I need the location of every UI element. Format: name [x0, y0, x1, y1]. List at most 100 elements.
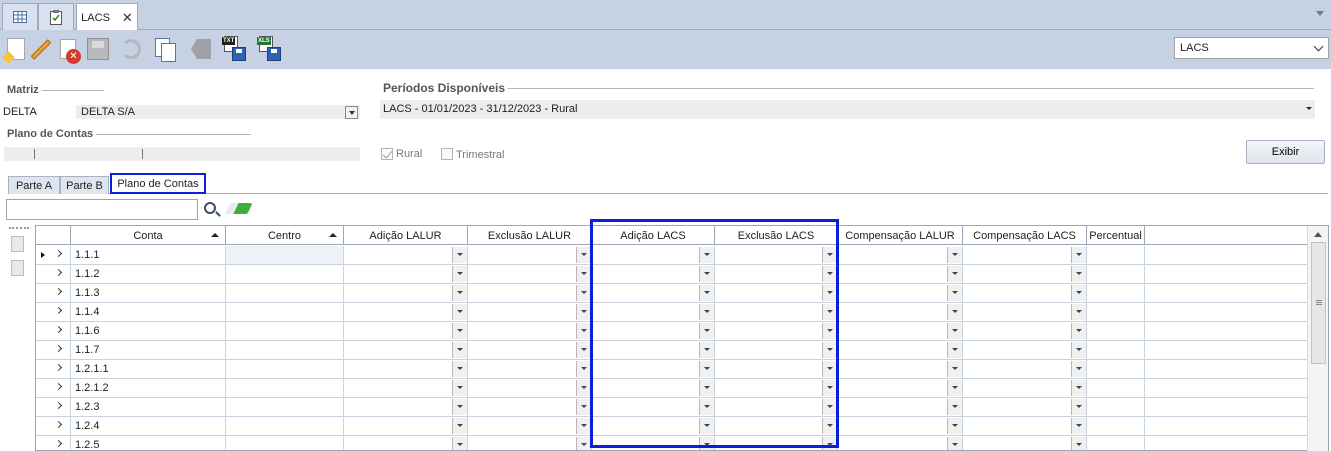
- cell-adicao-lalur[interactable]: [344, 246, 468, 264]
- cell-centro[interactable]: [226, 417, 344, 435]
- cell-compensacao-lacs[interactable]: [963, 360, 1087, 378]
- expand-icon[interactable]: [54, 325, 63, 334]
- cell-conta[interactable]: 1.2.3: [71, 398, 226, 416]
- cell-conta[interactable]: 1.2.1.2: [71, 379, 226, 397]
- header-percentual[interactable]: Percentual: [1087, 226, 1145, 245]
- cell-conta[interactable]: 1.1.7: [71, 341, 226, 359]
- dropdown-button[interactable]: [699, 361, 714, 377]
- cell-exclusao-lacs[interactable]: [715, 265, 838, 283]
- dropdown-button[interactable]: [699, 342, 714, 358]
- expand-icon[interactable]: [54, 249, 63, 258]
- cell-exclusao-lalur[interactable]: [468, 341, 592, 359]
- cell-exclusao-lalur[interactable]: [468, 322, 592, 340]
- cell-adicao-lacs[interactable]: [592, 303, 715, 321]
- save-button[interactable]: [84, 34, 112, 64]
- tab-parte-b[interactable]: Parte B: [60, 176, 109, 194]
- dropdown-button[interactable]: [699, 437, 714, 450]
- cell-exclusao-lacs[interactable]: [715, 322, 838, 340]
- cell-percentual[interactable]: [1087, 417, 1145, 435]
- dropdown-button[interactable]: [699, 266, 714, 282]
- dropdown-button[interactable]: [699, 323, 714, 339]
- cell-centro[interactable]: [226, 379, 344, 397]
- dropdown-button[interactable]: [947, 266, 962, 282]
- trimestral-checkbox[interactable]: [441, 148, 453, 160]
- cell-adicao-lacs[interactable]: [592, 398, 715, 416]
- dropdown-button[interactable]: [452, 418, 467, 434]
- cell-compensacao-lalur[interactable]: [838, 265, 963, 283]
- expand-icon[interactable]: [54, 439, 63, 448]
- cell-centro[interactable]: [226, 436, 344, 450]
- cell-exclusao-lacs[interactable]: [715, 417, 838, 435]
- cell-exclusao-lalur[interactable]: [468, 417, 592, 435]
- cell-percentual[interactable]: [1087, 360, 1145, 378]
- dropdown-button[interactable]: [699, 285, 714, 301]
- search-input[interactable]: [6, 199, 198, 220]
- cell-adicao-lacs[interactable]: [592, 265, 715, 283]
- expand-icon[interactable]: [54, 268, 63, 277]
- dropdown-button[interactable]: [947, 437, 962, 450]
- cell-compensacao-lacs[interactable]: [963, 398, 1087, 416]
- cell-adicao-lalur[interactable]: [344, 417, 468, 435]
- dropdown-button[interactable]: [1071, 418, 1086, 434]
- cell-compensacao-lacs[interactable]: [963, 417, 1087, 435]
- table-row[interactable]: 1.1.3: [36, 284, 1308, 303]
- cell-compensacao-lacs[interactable]: [963, 284, 1087, 302]
- cell-percentual[interactable]: [1087, 436, 1145, 450]
- cell-compensacao-lalur[interactable]: [838, 379, 963, 397]
- dropdown-button[interactable]: [822, 399, 837, 415]
- remove-row-icon[interactable]: [11, 260, 24, 276]
- cell-centro[interactable]: [226, 398, 344, 416]
- cell-compensacao-lacs[interactable]: [963, 246, 1087, 264]
- expand-icon[interactable]: [54, 420, 63, 429]
- dropdown-button[interactable]: [452, 266, 467, 282]
- exibir-button[interactable]: Exibir: [1246, 140, 1325, 164]
- cell-conta[interactable]: 1.2.5: [71, 436, 226, 450]
- dropdown-button[interactable]: [699, 247, 714, 263]
- cell-conta[interactable]: 1.1.4: [71, 303, 226, 321]
- expand-icon[interactable]: [54, 401, 63, 410]
- add-row-icon[interactable]: [11, 236, 24, 252]
- cell-percentual[interactable]: [1087, 379, 1145, 397]
- dropdown-button[interactable]: [1071, 285, 1086, 301]
- delete-button[interactable]: ✕: [54, 34, 82, 64]
- expand-icon[interactable]: [54, 344, 63, 353]
- undo-button[interactable]: [117, 34, 145, 64]
- cell-adicao-lacs[interactable]: [592, 436, 715, 450]
- copy-button[interactable]: [150, 34, 178, 64]
- dropdown-button[interactable]: [947, 399, 962, 415]
- doc-tab-lacs[interactable]: LACS ✕: [76, 3, 138, 31]
- cell-centro[interactable]: [226, 322, 344, 340]
- dropdown-button[interactable]: [947, 304, 962, 320]
- cell-conta[interactable]: 1.1.2: [71, 265, 226, 283]
- expand-icon[interactable]: [54, 306, 63, 315]
- cell-exclusao-lalur[interactable]: [468, 284, 592, 302]
- cell-adicao-lalur[interactable]: [344, 360, 468, 378]
- vertical-scrollbar[interactable]: [1307, 226, 1328, 451]
- cell-adicao-lacs[interactable]: [592, 246, 715, 264]
- expand-icon[interactable]: [54, 287, 63, 296]
- cell-compensacao-lalur[interactable]: [838, 341, 963, 359]
- dropdown-button[interactable]: [576, 361, 591, 377]
- periodos-dropdown-icon[interactable]: [1306, 107, 1312, 110]
- cell-adicao-lacs[interactable]: [592, 360, 715, 378]
- dropdown-button[interactable]: [452, 437, 467, 450]
- cell-conta[interactable]: 1.2.4: [71, 417, 226, 435]
- expand-icon[interactable]: [54, 363, 63, 372]
- expand-icon[interactable]: [54, 382, 63, 391]
- close-icon[interactable]: ✕: [122, 10, 133, 26]
- edit-button[interactable]: [27, 34, 55, 64]
- header-centro[interactable]: Centro: [226, 226, 344, 245]
- matriz-dropdown-button[interactable]: [345, 106, 358, 119]
- dropdown-button[interactable]: [576, 437, 591, 450]
- cell-conta[interactable]: 1.2.1.1: [71, 360, 226, 378]
- table-row[interactable]: 1.1.7: [36, 341, 1308, 360]
- cell-adicao-lalur[interactable]: [344, 341, 468, 359]
- dropdown-button[interactable]: [822, 437, 837, 450]
- dropdown-button[interactable]: [822, 266, 837, 282]
- dropdown-button[interactable]: [822, 380, 837, 396]
- tab-plano-de-contas[interactable]: Plano de Contas: [110, 173, 206, 194]
- header-adicao-lalur[interactable]: Adição LALUR: [344, 226, 468, 245]
- cell-exclusao-lalur[interactable]: [468, 360, 592, 378]
- tab-list-dropdown-icon[interactable]: [1316, 11, 1324, 16]
- header-exclusao-lalur[interactable]: Exclusão LALUR: [468, 226, 592, 245]
